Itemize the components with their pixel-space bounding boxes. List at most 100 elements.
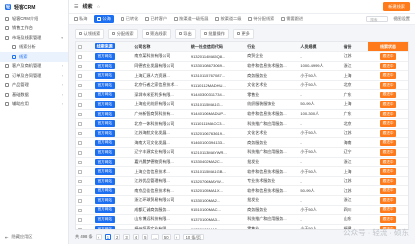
sidebar-item[interactable]: 线索: [0, 52, 68, 62]
sidebar-item[interactable]: 产品管理 ›: [0, 81, 68, 91]
status-badge[interactable]: 跟进中: [379, 72, 397, 79]
sidebar-item[interactable]: 客户及商机管理 ›: [0, 62, 68, 72]
tab[interactable]: 已转化: [120, 16, 138, 22]
select-all-checkbox[interactable]: [78, 45, 82, 49]
status-badge[interactable]: 跟进中: [379, 91, 397, 99]
row-checkbox[interactable]: [78, 112, 82, 117]
status-badge[interactable]: 跟进中: [379, 139, 397, 147]
row-checkbox[interactable]: [78, 103, 82, 107]
page-button[interactable]: 2: [114, 233, 121, 240]
row-checkbox[interactable]: [78, 83, 82, 88]
row-checkbox[interactable]: [78, 93, 82, 97]
status-badge[interactable]: 跟进中: [379, 187, 397, 195]
status-badge[interactable]: 跟进中: [379, 101, 397, 108]
status-badge[interactable]: 跟进中: [379, 177, 397, 185]
hide-app-area-toggle[interactable]: ⇤ 隐藏应用区: [5, 234, 32, 240]
row-checkbox[interactable]: [78, 198, 82, 203]
tab[interactable]: 按渠道二级: [215, 16, 241, 22]
status-badge[interactable]: 跟进中: [379, 62, 397, 70]
tab[interactable]: 私海: [74, 16, 87, 22]
table-row[interactable]: 官方网站 江苏海航文化发展... 91320106763619... 文化艺术业 小于5…: [76, 128, 408, 139]
row-checkbox[interactable]: [78, 179, 82, 184]
row-checkbox[interactable]: [78, 141, 82, 145]
next-page-button[interactable]: ›: [173, 233, 180, 240]
brand[interactable]: 轻 轻客CRM: [0, 0, 68, 14]
table-row[interactable]: 官方网站 北京行者之家信息技术... 91110112MADHU... 文化艺术业 小于…: [76, 80, 408, 91]
column-header[interactable]: 省份: [341, 42, 369, 53]
column-header[interactable]: 线索来源: [92, 42, 133, 53]
table-row[interactable]: 官方网站 深圳市米亚利多有限... 91440300311734... 零售业 - 广东 跟…: [76, 89, 408, 101]
page-button[interactable]: 5: [142, 233, 149, 240]
filter-button[interactable]: 筛选线索: [141, 28, 171, 39]
status-badge[interactable]: 跟进中: [379, 129, 397, 137]
table-row[interactable]: 官方网站 广州新智商贸科技有... 91440106MADUP... 软件和信息技术服…: [76, 109, 408, 120]
page-button[interactable]: 50: [161, 233, 171, 240]
table-row[interactable]: 官方网站 南京某科技有限公司 91320114MA5Q8... 商贸企业 - 江苏 跟进中: [76, 51, 408, 62]
column-header[interactable]: 公司名称: [132, 42, 189, 53]
table-row[interactable]: 官方网站 北京一休科技有限公司 91110111MACC3... 科技推广和应用服务.…: [76, 118, 408, 129]
row-checkbox[interactable]: [78, 227, 82, 229]
tab[interactable]: 需要跟进: [281, 16, 303, 22]
table-row[interactable]: 官方网站 江苏优品管理有限... 91320706MAYW... 专业技术服务业 - 江苏…: [76, 176, 408, 187]
sidebar-item[interactable]: 辅助应用 ›: [0, 100, 68, 110]
status-badge[interactable]: 跟进中: [379, 216, 397, 223]
table-row[interactable]: 官方网站 辽宁丰源实业有限公司 91210113MAYWR... 科技推广和应用服务.…: [76, 147, 408, 158]
filter-button[interactable]: 认领线索: [75, 28, 105, 39]
filter-button[interactable]: 更多: [232, 28, 254, 39]
row-checkbox[interactable]: [78, 150, 82, 155]
table-row[interactable]: 官方网站 山东博远科技有限... 91370100MA3... 科技推广和应用服务..…: [76, 214, 408, 225]
status-badge[interactable]: 跟进中: [379, 206, 397, 214]
sidebar-item[interactable]: 订单及合同管理 ›: [0, 71, 68, 81]
table-row[interactable]: 官方网站 上海汇源人力资源... 91310115767087... 商务服务业 小于5…: [76, 70, 408, 81]
table-row[interactable]: 官方网站 上海宏光纺织有限公司 91310115MA1G... 纺织服装服饰业 50-9…: [76, 99, 408, 110]
tab[interactable]: 按渠道一级拓展: [174, 16, 208, 22]
filter-button[interactable]: 分配线索: [108, 28, 138, 39]
table-row[interactable]: 官方网站 同德农业发展有限公司 91330108673069... 软件和信息技术服务…: [76, 61, 408, 72]
table-row[interactable]: 官方网站 嘉兴晨梦德物资有限... 91330402MA2C... 批发业 - 浙江 跟进中: [76, 157, 408, 168]
status-badge[interactable]: 跟进中: [379, 110, 397, 118]
view-settings-button[interactable]: 视图设置: [393, 16, 410, 22]
sidebar-item[interactable]: 线索分析: [0, 43, 68, 53]
column-header[interactable]: 统一社会信用代码: [188, 42, 246, 53]
row-checkbox[interactable]: [78, 170, 82, 174]
status-badge[interactable]: 跟进中: [379, 168, 397, 175]
sidebar-item[interactable]: 销售工作台: [0, 24, 68, 34]
column-header[interactable]: 行业: [245, 42, 299, 53]
row-checkbox[interactable]: [78, 122, 82, 126]
page-button[interactable]: 4: [132, 233, 140, 240]
sidebar-item[interactable]: 轻客CRM介绍: [0, 14, 68, 24]
row-checkbox[interactable]: [78, 160, 82, 165]
row-checkbox[interactable]: [78, 74, 82, 78]
tab[interactable]: 待分配线索: [248, 16, 274, 22]
tab[interactable]: 公海: [94, 15, 114, 23]
table-row[interactable]: 官方网站 浙江环球贸易有限公司 91330100MA2... 批发业 - 浙江 跟进中: [76, 195, 408, 206]
row-checkbox[interactable]: [78, 218, 82, 222]
page-button[interactable]: ...: [151, 233, 159, 240]
column-header[interactable]: 线索状态: [368, 42, 408, 53]
status-badge[interactable]: 跟进中: [379, 197, 397, 204]
new-lead-button[interactable]: 新建线索: [383, 2, 410, 11]
sidebar-item[interactable]: 市场及线索管理 ▾: [0, 33, 68, 43]
status-badge[interactable]: 跟进中: [379, 53, 397, 60]
filter-button[interactable]: 批量操作: [199, 28, 229, 39]
table-row[interactable]: 官方网站 上海立信信息技术... 91310115MA1GB... 软件和信息技术服务…: [76, 166, 408, 177]
row-checkbox[interactable]: [78, 55, 82, 59]
page-button[interactable]: 3: [123, 233, 130, 240]
status-badge[interactable]: 跟进中: [379, 120, 397, 127]
tab[interactable]: 已转客户: [145, 16, 167, 22]
table-row[interactable]: 官方网站 成都汇诚商务服务... 91510100MAC... 商务服务业 小于50人四…: [76, 205, 408, 216]
status-badge[interactable]: 跟进中: [379, 149, 397, 156]
table-row[interactable]: 官方网站 海南大可文化发展... 91460100394133... 商务服务业 - 海南…: [76, 137, 408, 149]
sidebar-item[interactable]: 基础数据 ›: [0, 90, 68, 100]
status-badge[interactable]: 跟进中: [379, 158, 397, 166]
row-checkbox[interactable]: [78, 64, 82, 69]
filter-button[interactable]: 导出: [174, 28, 196, 39]
prev-page-button[interactable]: ‹: [95, 233, 102, 240]
search-input[interactable]: 搜索: [366, 16, 389, 22]
column-header[interactable]: 人员规模: [298, 42, 342, 53]
menu-icon[interactable]: ☰: [74, 4, 78, 10]
row-checkbox[interactable]: [78, 131, 82, 136]
star-icon[interactable]: ☆: [97, 4, 101, 10]
status-badge[interactable]: 跟进中: [379, 81, 397, 89]
page-size-select[interactable]: 10 条/页: [182, 233, 204, 240]
